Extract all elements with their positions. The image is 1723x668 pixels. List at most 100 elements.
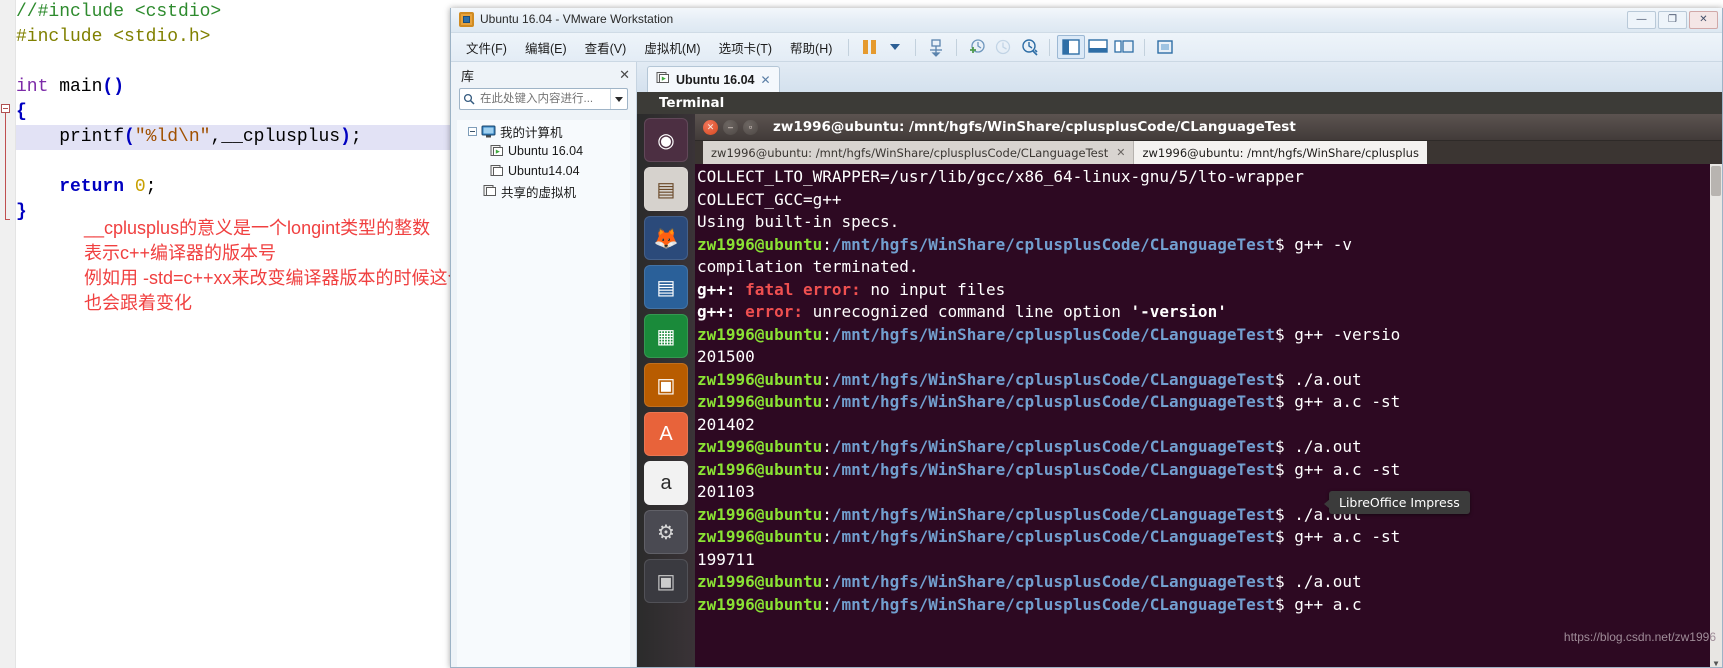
error-prefix: g++: (697, 302, 746, 321)
tree-item-ubuntu-1404[interactable]: Ubuntu14.04 (468, 161, 629, 181)
amazon-icon[interactable]: a (644, 461, 688, 505)
terminal-output-text: COLLECT_GCC=g++ (697, 189, 842, 209)
prompt-dollar: $ (1274, 594, 1285, 614)
menu-item-help[interactable]: 帮助(H) (781, 35, 841, 60)
menu-item-file[interactable]: 文件(F) (457, 35, 516, 60)
ubuntu-software-icon[interactable]: A (644, 412, 688, 456)
libreoffice-impress-icon[interactable]: ▣ (644, 363, 688, 407)
take-snapshot-button[interactable] (964, 36, 990, 58)
menu-item-view[interactable]: 查看(V) (576, 35, 636, 60)
workspace-switcher-icon[interactable]: ▣ (644, 559, 688, 603)
launcher-tooltip: LibreOffice Impress (1324, 491, 1470, 514)
libreoffice-calc-icon[interactable]: ▦ (644, 314, 688, 358)
code-token: ( (124, 127, 135, 147)
terminal-line: compilation terminated. (697, 256, 1722, 279)
prompt-dollar: $ (1274, 437, 1285, 456)
vmware-app-icon (459, 12, 474, 27)
search-input[interactable] (478, 92, 610, 106)
terminal-scrollbar[interactable]: ▲ ▼ (1710, 164, 1722, 667)
terminal-line: zw1996@ubuntu:/mnt/hgfs/WinShare/cpluspl… (697, 369, 1722, 392)
snapshot-manager-button[interactable] (923, 36, 949, 58)
power-dropdown-button[interactable] (882, 36, 908, 58)
close-icon: ✕ (706, 121, 715, 132)
tree-item-ubuntu-1604[interactable]: Ubuntu 16.04 (468, 141, 629, 161)
revert-snapshot-button[interactable] (990, 36, 1016, 58)
show-thumbnails-button[interactable] (1111, 36, 1137, 58)
terminal-tab-close-icon[interactable]: ✕ (1116, 146, 1125, 159)
vm-console-pane: Ubuntu 16.04 ✕ Terminal ◉ ▤ 🦊 ▤ ▦ ▣ Aa ⚙ ▣ ✕ – ▫… (637, 62, 1722, 667)
prompt-path: /mnt/hgfs/WinShare/cplusplusCode/CLangua… (831, 527, 1275, 546)
chevron-down-icon (890, 44, 901, 50)
menu-item-vm[interactable]: 虚拟机(M) (635, 35, 709, 60)
vm-tab-close-icon[interactable]: ✕ (761, 73, 771, 87)
scrollbar-thumb[interactable] (1711, 166, 1721, 196)
maximize-icon: ▫ (748, 121, 753, 132)
vm-tab-ubuntu-1604[interactable]: Ubuntu 16.04 ✕ (647, 66, 780, 92)
terminal-tab-2[interactable]: zw1996@ubuntu: /mnt/hgfs/WinShare/cplusp… (1134, 141, 1427, 164)
expander-collapse-icon[interactable] (468, 126, 477, 136)
terminal-maximize-button[interactable]: ▫ (743, 119, 758, 135)
terminal-line: 201500 (697, 346, 1722, 369)
library-close-icon[interactable]: ✕ (619, 67, 630, 83)
show-library-button[interactable] (1057, 35, 1086, 59)
pause-vm-button[interactable] (856, 36, 882, 58)
toolbar-separator-3 (956, 38, 958, 56)
ubuntu-dash-icon[interactable]: ◉ (644, 118, 688, 162)
code-line: { (16, 100, 450, 125)
annotation-line: 表示c++编译器的版本号 (84, 243, 277, 263)
search-dropdown-icon[interactable] (610, 89, 627, 109)
library-search-box[interactable] (459, 88, 628, 110)
prompt-dollar: $ (1274, 504, 1285, 524)
minimize-button[interactable]: — (1627, 11, 1656, 29)
fullscreen-button[interactable] (1152, 36, 1178, 58)
prompt-dollar: $ (1274, 324, 1285, 344)
tree-item-shared-vms[interactable]: 共享的虚拟机 (468, 181, 629, 201)
tree-item-my-computer[interactable]: 我的计算机 (468, 121, 629, 141)
minimize-icon: — (1636, 14, 1647, 25)
code-token: return (16, 177, 125, 197)
prompt-path: /mnt/hgfs/WinShare/cplusplusCode/CLangua… (831, 504, 1275, 524)
terminal-output-text: compilation terminated. (697, 257, 919, 276)
terminal-command: g++ -versio (1284, 324, 1401, 344)
terminal-command: ./a.out (1284, 369, 1362, 389)
code-token: printf (16, 127, 125, 147)
scroll-down-icon[interactable]: ▼ (1710, 658, 1722, 667)
terminal-command: ./a.out (1284, 437, 1362, 456)
search-icon (460, 93, 478, 105)
annotation-line: __cplusplus的意义是一个longint类型的整数 (84, 218, 431, 238)
unity-top-panel: Terminal (637, 92, 1722, 114)
firefox-icon[interactable]: 🦊 (644, 216, 688, 260)
terminal-line: zw1996@ubuntu:/mnt/hgfs/WinShare/cpluspl… (697, 324, 1722, 347)
code-fold-end-marker (5, 219, 10, 220)
vm-running-icon (490, 144, 504, 158)
show-console-view-button[interactable] (1085, 36, 1111, 58)
system-settings-icon[interactable]: ⚙ (644, 510, 688, 554)
terminal-output[interactable]: COLLECT_LTO_WRAPPER=/usr/lib/gcc/x86_64-… (695, 164, 1722, 667)
source-code[interactable]: //#include <cstdio> #include <stdio.h> int… (16, 0, 450, 225)
prompt-dollar: $ (1274, 572, 1285, 591)
menu-item-tabs[interactable]: 选项卡(T) (710, 35, 781, 60)
libreoffice-writer-icon[interactable]: ▤ (644, 265, 688, 309)
tree-item-label: Ubuntu 16.04 (508, 144, 584, 158)
annotation-line: 例如用 -std=c++xx来改变编译器版本的时候这个值 (84, 268, 450, 288)
prompt-path: /mnt/hgfs/WinShare/cplusplusCode/CLangua… (831, 459, 1275, 479)
prompt-user: zw1996@ubuntu (697, 572, 823, 591)
maximize-button[interactable]: ❐ (1658, 11, 1687, 29)
terminal-minimize-button[interactable]: – (723, 119, 738, 135)
code-line: //#include <cstdio> (16, 0, 450, 25)
guest-screen[interactable]: Terminal ◉ ▤ 🦊 ▤ ▦ ▣ Aa ⚙ ▣ ✕ – ▫ zw1996@ubuntu:… (637, 92, 1722, 667)
menu-item-edit[interactable]: 编辑(E) (516, 35, 576, 60)
prompt-path: /mnt/hgfs/WinShare/cplusplusCode/CLangua… (831, 594, 1275, 614)
prompt-user: zw1996@ubuntu (697, 234, 823, 254)
close-button[interactable]: ✕ (1689, 11, 1718, 29)
prompt-path: /mnt/hgfs/WinShare/cplusplusCode/CLangua… (831, 369, 1275, 389)
files-nautilus-icon[interactable]: ▤ (644, 167, 688, 211)
terminal-line: zw1996@ubuntu:/mnt/hgfs/WinShare/cpluspl… (697, 234, 1722, 257)
terminal-close-button[interactable]: ✕ (703, 119, 718, 135)
terminal-command: ./a.out (1284, 572, 1362, 591)
code-line: #include <stdio.h> (16, 25, 450, 50)
terminal-tab-1[interactable]: zw1996@ubuntu: /mnt/hgfs/WinShare/cplusp… (703, 141, 1135, 164)
manage-snapshots-button[interactable] (1016, 36, 1042, 58)
code-fold-toggle-icon[interactable] (1, 104, 10, 113)
close-icon: ✕ (1699, 14, 1708, 25)
